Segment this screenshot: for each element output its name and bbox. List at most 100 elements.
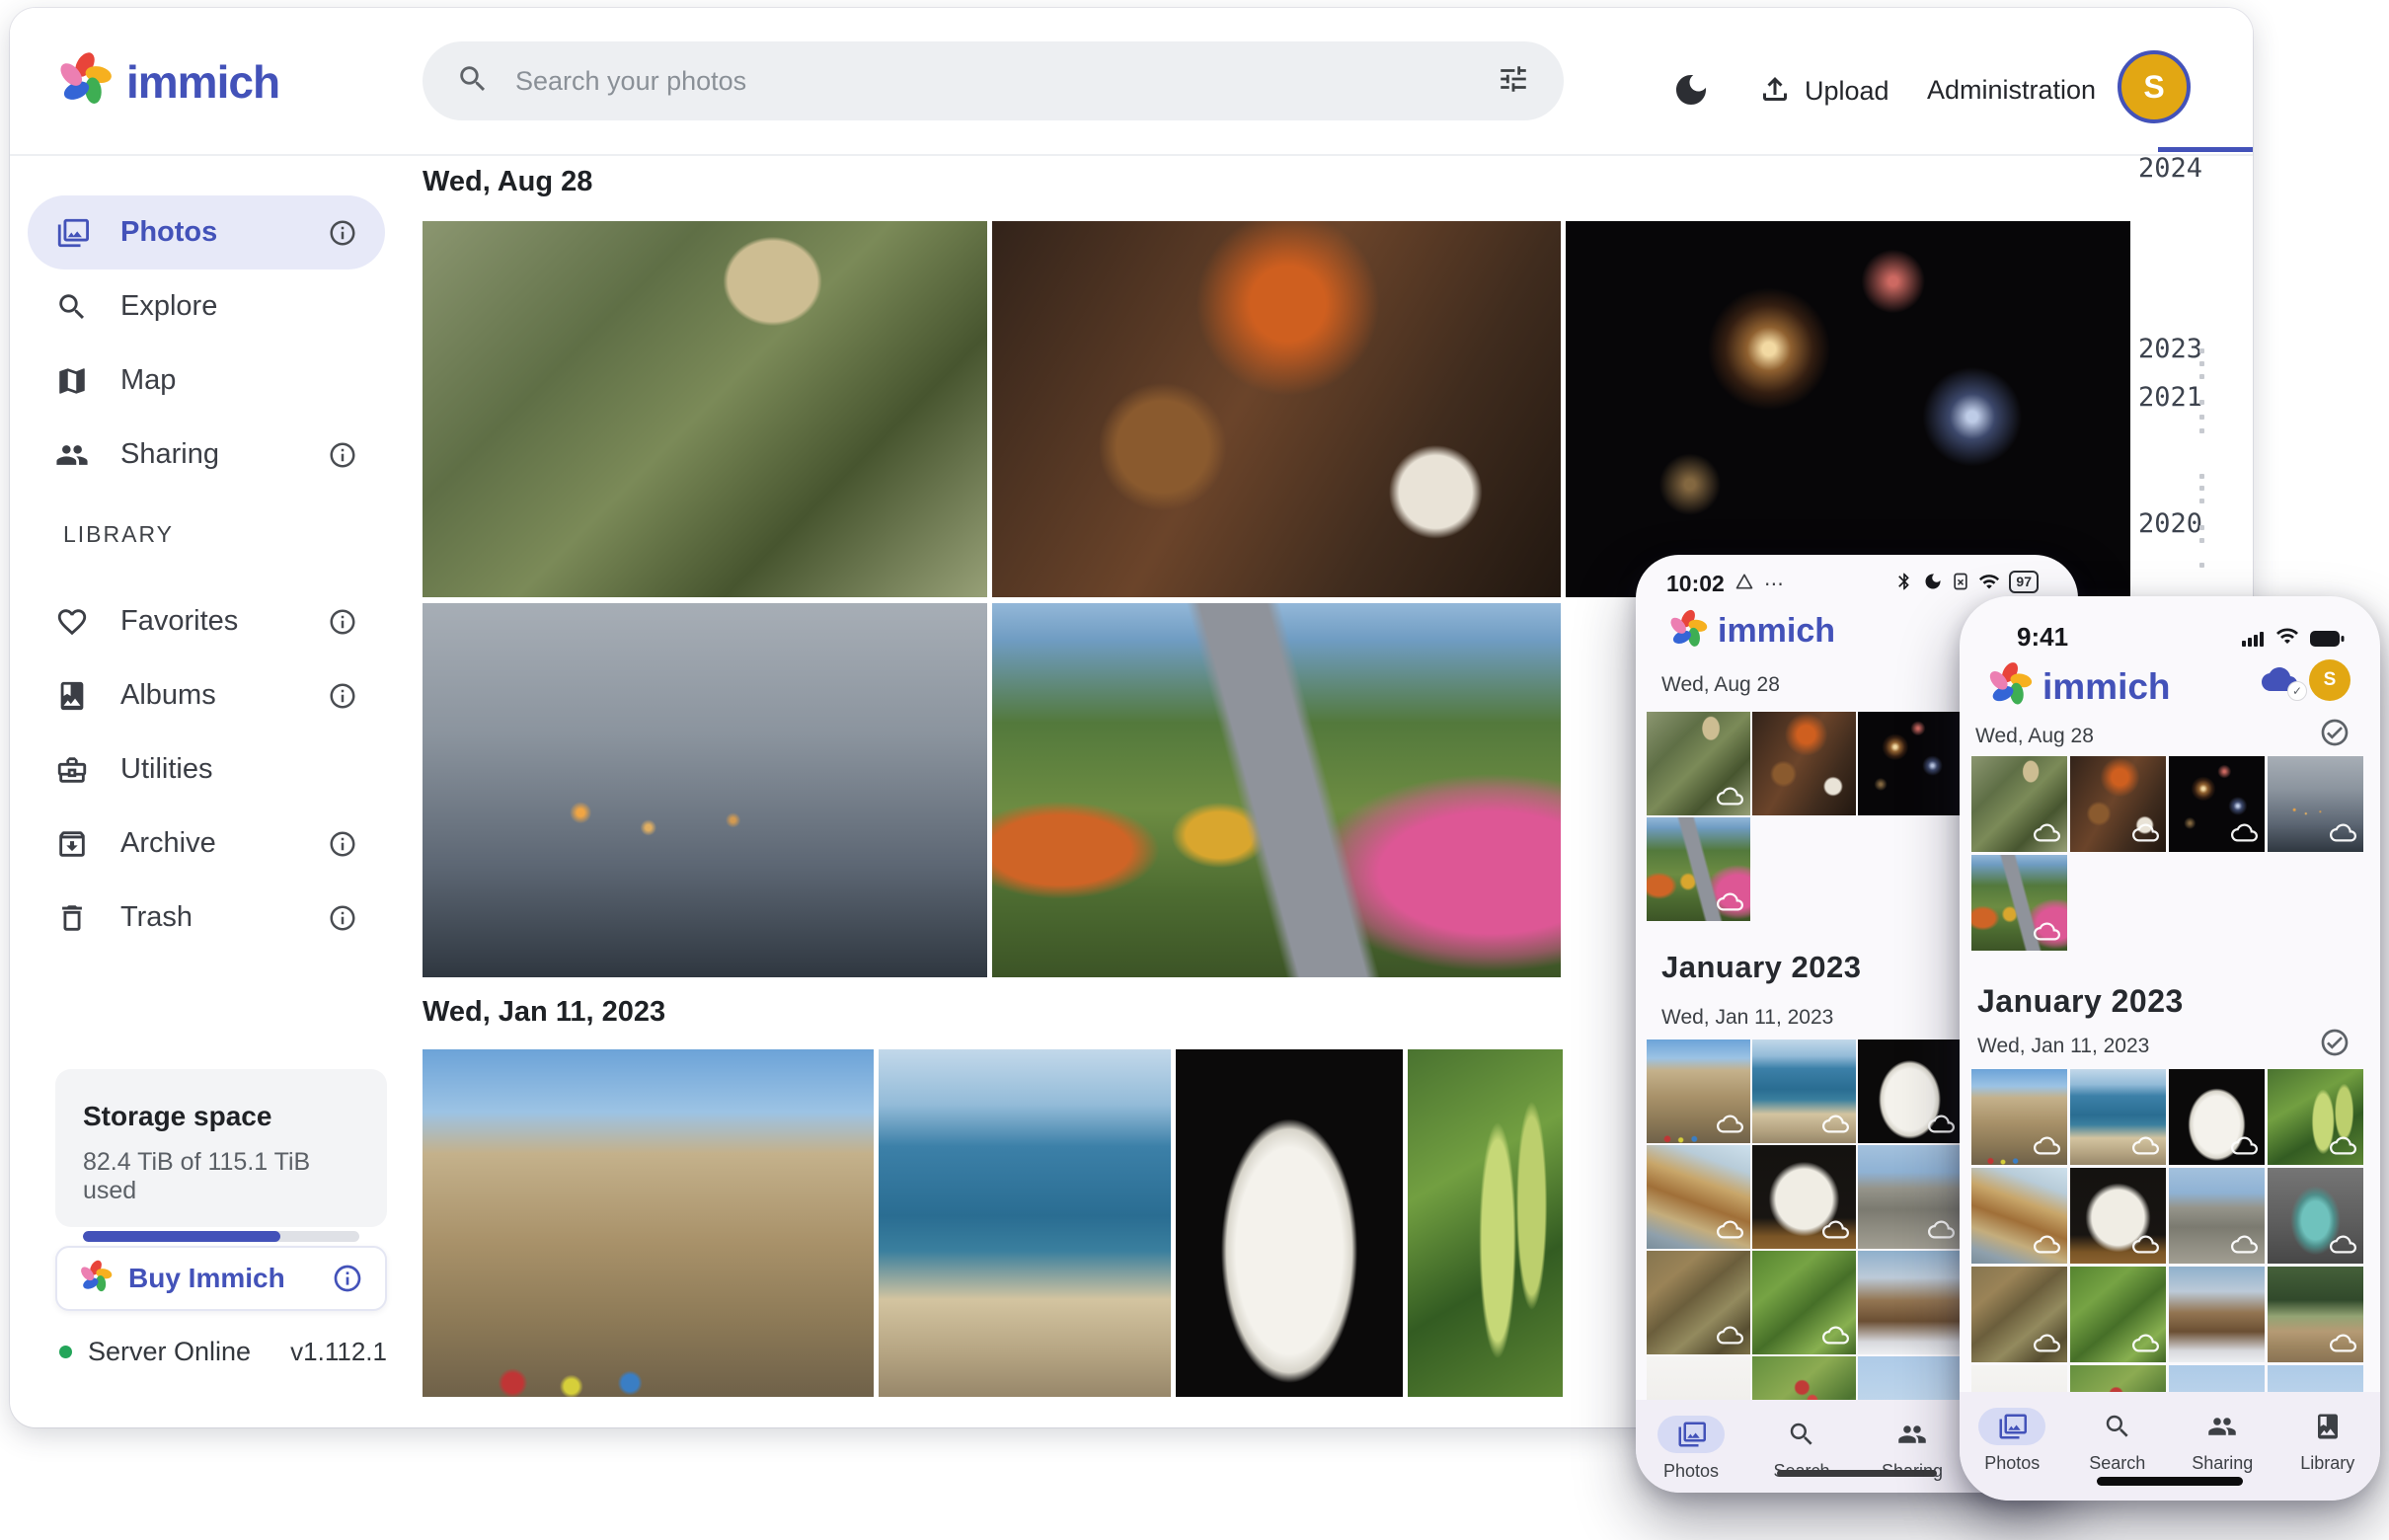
photo-hands[interactable] <box>2268 756 2363 852</box>
user-avatar[interactable]: S <box>2309 659 2350 701</box>
photo-village[interactable] <box>2268 1267 2363 1362</box>
photo-autumn[interactable] <box>1647 817 1750 921</box>
photo-coast[interactable] <box>1752 1040 1856 1143</box>
photo-monkeys[interactable] <box>423 221 987 597</box>
cloud-backup-icon <box>1717 1322 1743 1348</box>
timeline-tick <box>2199 374 2204 379</box>
photo-table[interactable] <box>2070 756 2166 852</box>
nav-item-sharing[interactable]: Sharing <box>2170 1408 2275 1474</box>
cloud-sync-icon[interactable]: ✓ <box>2258 661 2301 697</box>
sidebar-item-map[interactable]: Map <box>28 344 385 418</box>
photo-bust[interactable] <box>1858 1040 1962 1143</box>
sidebar-item-sharing[interactable]: Sharing <box>28 418 385 492</box>
photo-coast[interactable] <box>879 1049 1171 1397</box>
info-icon[interactable] <box>332 1263 363 1294</box>
info-icon[interactable] <box>328 829 357 859</box>
sidebar-item-photos[interactable]: Photos <box>28 195 385 270</box>
photo-fireworks[interactable] <box>1858 712 1962 815</box>
timeline-year-2021[interactable]: 2021 <box>2138 382 2202 413</box>
nav-item-label: Photos <box>1984 1453 2040 1474</box>
photo-fireworks[interactable] <box>2169 756 2265 852</box>
photo-ruins[interactable] <box>2169 1168 2265 1264</box>
nav-item-photos[interactable]: Photos <box>1960 1408 2065 1474</box>
bluetooth-icon <box>1894 572 1914 591</box>
select-all-check-icon[interactable] <box>2319 717 2350 748</box>
info-icon[interactable] <box>328 681 357 711</box>
info-icon[interactable] <box>328 607 357 637</box>
cloud-backup-icon <box>2330 1132 2356 1159</box>
photo-sculpture[interactable] <box>2070 1168 2166 1264</box>
sidebar-item-archive[interactable]: Archive <box>28 807 385 881</box>
phone-mockup-ios: 9:41 immich ✓ S Wed, Aug 28 January 2023… <box>1960 596 2380 1501</box>
photo-fireworks[interactable] <box>1566 221 2130 597</box>
photo-coast[interactable] <box>2070 1069 2166 1165</box>
photo-hands[interactable] <box>423 603 987 977</box>
cloud-backup-icon <box>2132 1330 2159 1356</box>
photos-icon <box>1676 1420 1706 1449</box>
trash-icon <box>55 901 89 935</box>
photo-fortress[interactable] <box>1647 1040 1750 1143</box>
timeline-position-indicator[interactable] <box>2158 147 2253 152</box>
sidebar-item-label: Albums <box>120 679 216 712</box>
wifi-icon <box>2275 624 2299 648</box>
photo-autumn[interactable] <box>1971 855 2067 951</box>
info-icon[interactable] <box>328 440 357 470</box>
timeline-tick <box>2199 428 2204 433</box>
home-indicator <box>1777 1470 1937 1477</box>
photo-lizard2[interactable] <box>2070 1267 2166 1362</box>
photo-beach[interactable] <box>1647 1145 1750 1249</box>
photo-monkeys[interactable] <box>1971 756 2067 852</box>
nav-item-library[interactable]: Library <box>2275 1408 2381 1474</box>
photo-lizard1[interactable] <box>1647 1251 1750 1354</box>
cloud-icon <box>2034 819 2060 846</box>
photo-church[interactable] <box>1858 1251 1962 1354</box>
info-icon <box>328 607 357 637</box>
wifi-icon <box>1978 571 2000 592</box>
select-all-check-icon[interactable] <box>2319 1027 2350 1058</box>
photo-ruins[interactable] <box>1858 1145 1962 1249</box>
immich-logo[interactable]: immich <box>57 51 279 112</box>
nav-item-photos[interactable]: Photos <box>1636 1416 1746 1482</box>
photo-lizard2[interactable] <box>1752 1251 1856 1354</box>
sidebar-item-explore[interactable]: Explore <box>28 270 385 344</box>
buy-immich-label: Buy Immich <box>128 1263 316 1294</box>
nav-item-label: Photos <box>1663 1461 1719 1482</box>
photo-teapots[interactable] <box>2268 1168 2363 1264</box>
info-icon[interactable] <box>328 903 357 933</box>
photo-table[interactable] <box>1752 712 1856 815</box>
info-icon[interactable] <box>328 218 357 248</box>
photo-bust[interactable] <box>2169 1069 2265 1165</box>
timeline-tick <box>2199 415 2204 420</box>
cloud-backup-icon <box>1928 1216 1955 1243</box>
photo-table[interactable] <box>992 221 1561 597</box>
photo-church[interactable] <box>2169 1267 2265 1362</box>
photo-fortress[interactable] <box>1971 1069 2067 1165</box>
cloud-backup-icon <box>1717 1216 1743 1243</box>
cloud-icon <box>1717 783 1743 809</box>
timeline-year-2020[interactable]: 2020 <box>2138 508 2202 539</box>
photo-bust[interactable] <box>1176 1049 1403 1397</box>
photo-monkeys[interactable] <box>1647 712 1750 815</box>
photo-lizard1[interactable] <box>1971 1267 2067 1362</box>
nav-item-search[interactable]: Search <box>2065 1408 2171 1474</box>
sidebar-item-favorites[interactable]: Favorites <box>28 584 385 658</box>
sidebar-item-albums[interactable]: Albums <box>28 658 385 732</box>
notification-icon <box>1734 572 1754 596</box>
photo-fortress[interactable] <box>423 1049 874 1397</box>
sidebar-item-trash[interactable]: Trash <box>28 881 385 955</box>
album-icon <box>55 679 89 713</box>
timeline-year-2024[interactable]: 2024 <box>2138 153 2202 184</box>
status-time: 9:41 <box>2017 622 2068 653</box>
photo-plant[interactable] <box>1408 1049 1563 1397</box>
sidebar-item-utilities[interactable]: Utilities <box>28 732 385 807</box>
photo-sculpture[interactable] <box>1752 1145 1856 1249</box>
timeline-year-2023[interactable]: 2023 <box>2138 334 2202 364</box>
timeline-tick <box>2199 525 2204 530</box>
timeline-scrubber[interactable]: 2024 2023 2021 2020 <box>2122 8 2253 699</box>
nav-item-label: Sharing <box>2192 1453 2253 1474</box>
immich-wordmark: immich <box>1718 612 1835 651</box>
photo-beach[interactable] <box>1971 1168 2067 1264</box>
buy-immich-button[interactable]: Buy Immich <box>55 1246 387 1311</box>
photo-plant[interactable] <box>2268 1069 2363 1165</box>
photo-autumn[interactable] <box>992 603 1561 977</box>
